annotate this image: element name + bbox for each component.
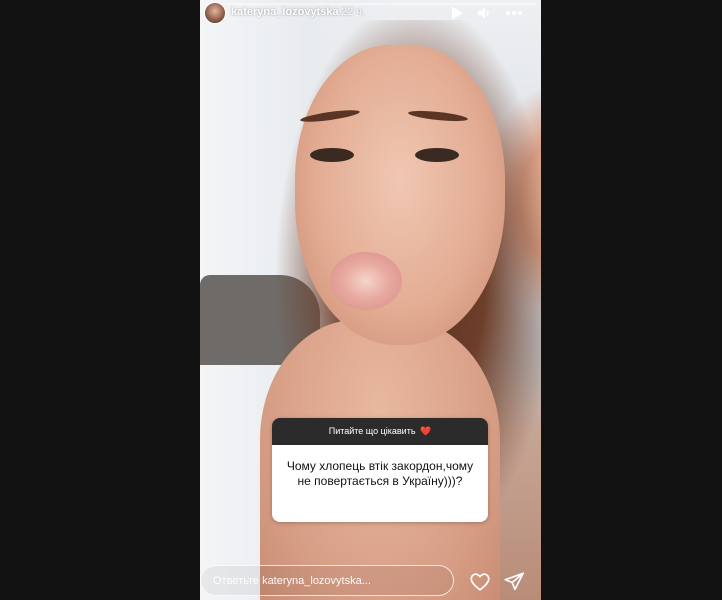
time-ago: 22 ч. bbox=[341, 6, 366, 18]
username[interactable]: kateryna_lozovytska bbox=[231, 6, 339, 18]
reply-input[interactable] bbox=[200, 565, 454, 596]
send-icon-svg bbox=[504, 572, 524, 591]
right-eye-shape bbox=[415, 148, 459, 162]
question-sticker-text: Чому хлопець втік закордон,чому не повер… bbox=[272, 445, 488, 522]
play-icon-svg bbox=[452, 6, 463, 20]
question-sticker[interactable]: Питайте що цікавить ❤️ Чому хлопець втік… bbox=[272, 418, 488, 522]
heart-emoji-icon: ❤️ bbox=[420, 426, 432, 436]
heart-icon-svg bbox=[470, 573, 490, 591]
send-icon[interactable] bbox=[503, 571, 525, 593]
volume-icon[interactable] bbox=[476, 5, 492, 21]
backdrop-left bbox=[0, 0, 200, 600]
backdrop-right bbox=[541, 0, 722, 600]
left-eye-shape bbox=[310, 148, 354, 162]
question-title-text: Питайте що цікавить bbox=[328, 426, 416, 436]
lips-shape bbox=[330, 252, 402, 310]
volume-icon-svg bbox=[478, 7, 489, 19]
question-sticker-title: Питайте що цікавить ❤️ bbox=[272, 418, 488, 445]
more-dots-icon[interactable] bbox=[505, 5, 522, 21]
more-dots-icon-svg bbox=[506, 11, 522, 15]
heart-icon[interactable] bbox=[469, 571, 491, 593]
reply-bar bbox=[200, 562, 541, 600]
story-header: kateryna_lozovytska 22 ч. bbox=[200, 0, 541, 28]
face-shape bbox=[295, 45, 505, 345]
avatar[interactable] bbox=[204, 2, 226, 24]
play-icon[interactable] bbox=[449, 5, 465, 21]
